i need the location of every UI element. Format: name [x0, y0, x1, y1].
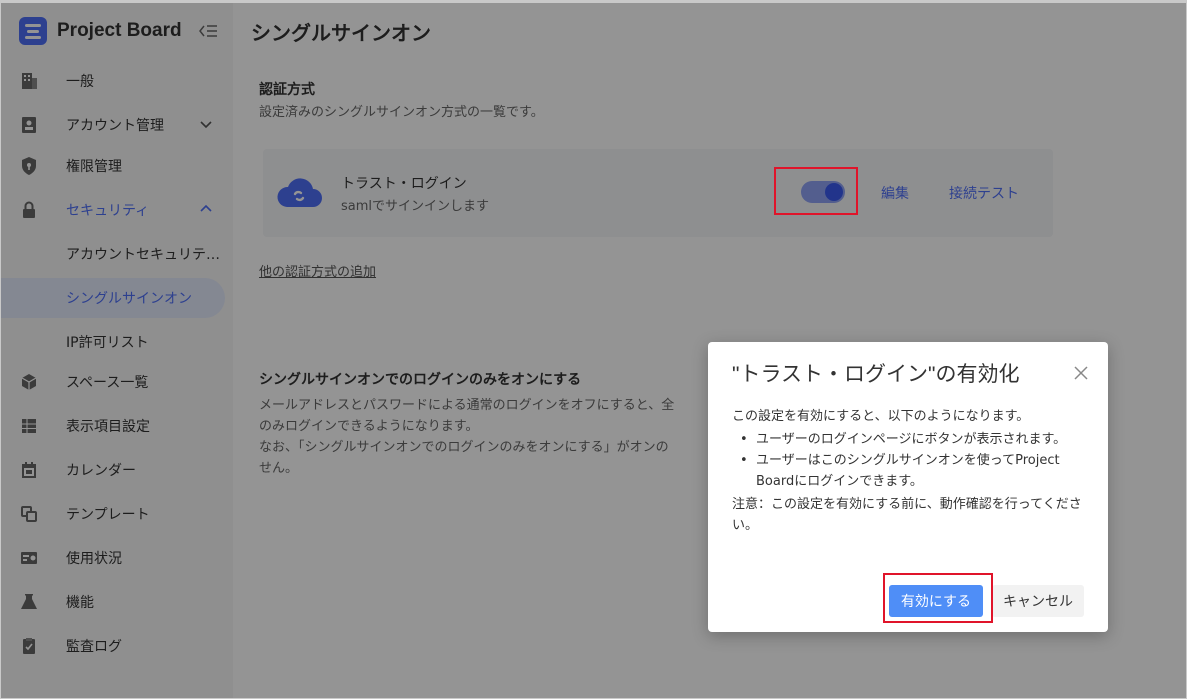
dialog-note: 注意：この設定を有効にする前に、動作確認を行ってください。 — [732, 497, 1082, 533]
app-window: Project Board 一般 アカウント管理 権限管理 セキュリティ アカウ… — [0, 0, 1187, 699]
dialog-bullet-list: ユーザーのログインページにボタンが表示されます。 ユーザーはこのシングルサインオ… — [732, 429, 1084, 492]
toggle-highlight-box — [774, 167, 858, 215]
dialog-title: "トラスト・ログイン"の有効化 — [732, 363, 1020, 386]
dialog-body: この設定を有効にすると、以下のようになります。 ユーザーのログインページにボタン… — [732, 406, 1084, 536]
dialog-bullet: ユーザーのログインページにボタンが表示されます。 — [732, 429, 1084, 450]
enable-button-highlight-box — [883, 573, 993, 623]
close-icon[interactable] — [1072, 364, 1090, 382]
cancel-button[interactable]: キャンセル — [992, 585, 1084, 617]
dialog-intro: この設定を有効にすると、以下のようになります。 — [732, 409, 1030, 424]
dialog-bullet: ユーザーはこのシングルサインオンを使ってProject Boardにログインでき… — [732, 450, 1084, 492]
